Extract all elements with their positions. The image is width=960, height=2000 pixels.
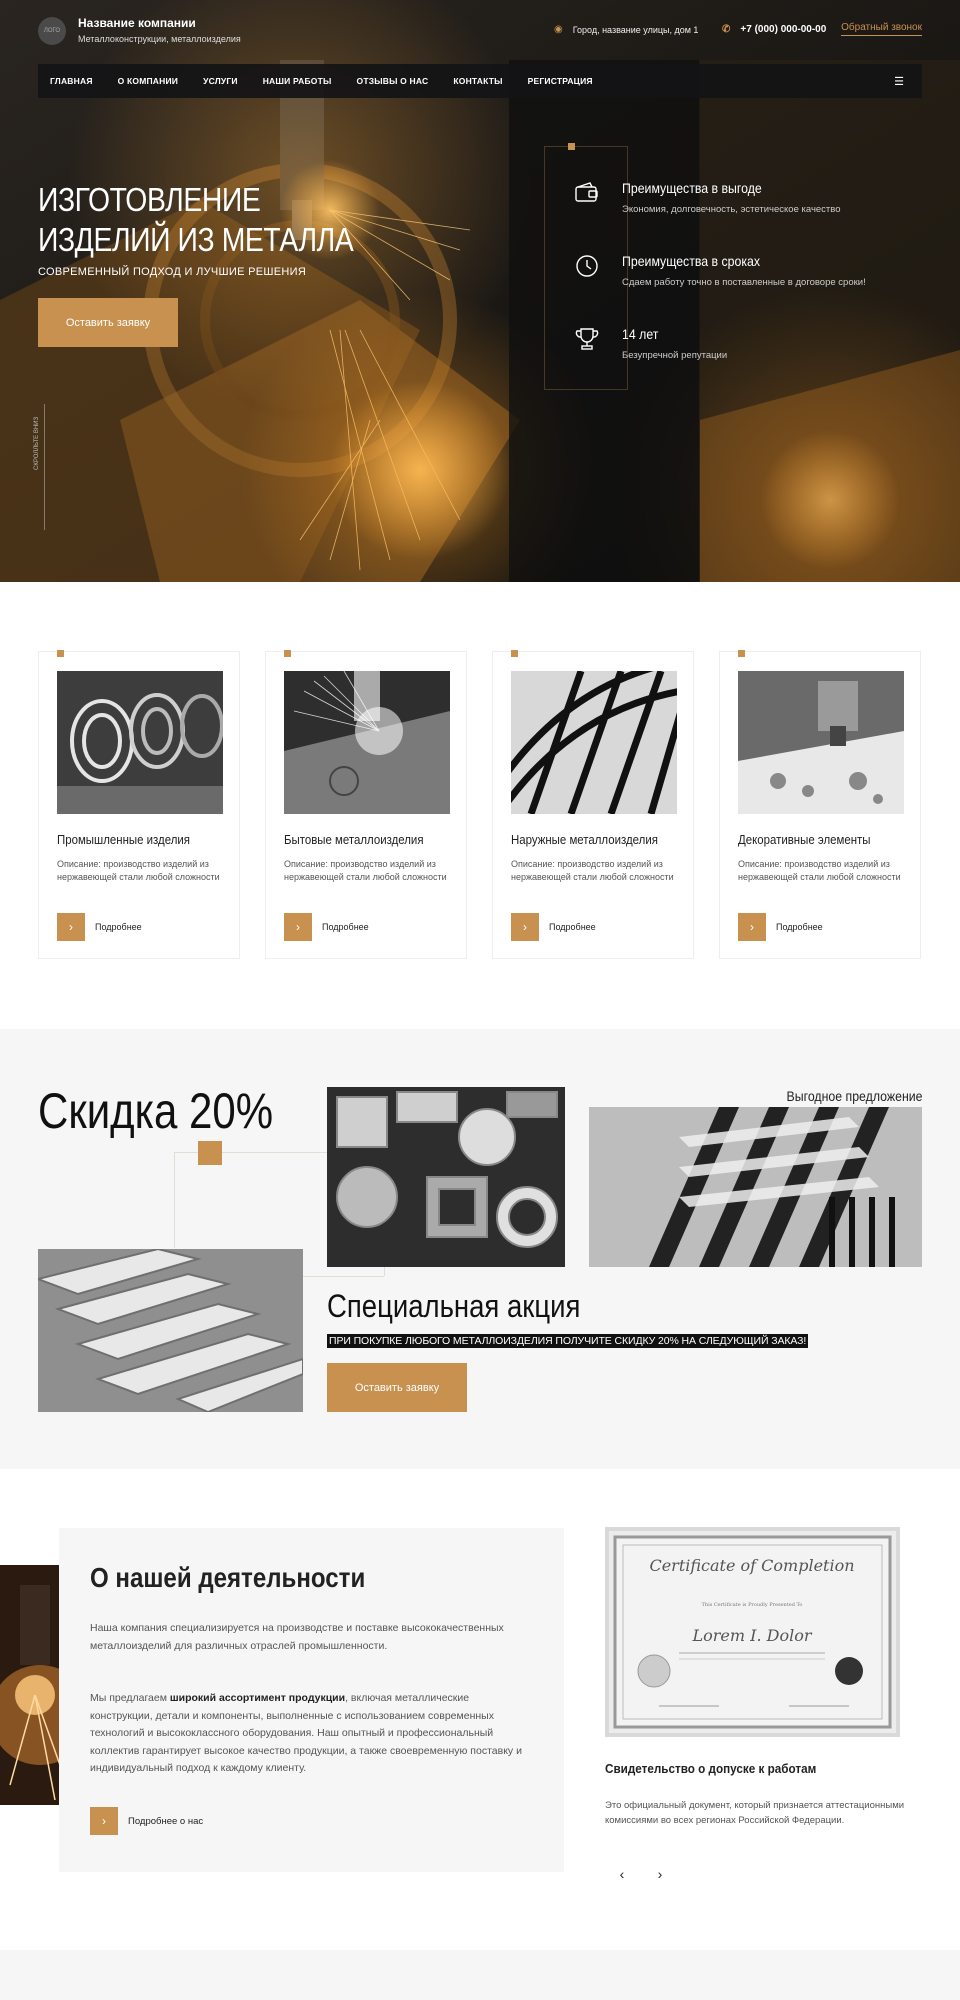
about-more-link[interactable]: › Подробнее о нас [90,1807,203,1835]
more-label[interactable]: Подробнее [322,922,369,932]
about-more-label[interactable]: Подробнее о нас [128,1816,203,1827]
advantage-title: 14 лет [622,326,659,342]
certificate-name: Lorem I. Dolor [692,1626,813,1645]
promo-subtitle: Специальная акция [327,1288,581,1324]
nav-item-contacts[interactable]: КОНТАКТЫ [453,76,502,86]
promo-text: ПРИ ПОКУПКЕ ЛЮБОГО МЕТАЛЛОИЗДЕЛИЯ ПОЛУЧИ… [327,1334,809,1348]
wallet-icon [575,182,598,202]
more-label[interactable]: Подробнее [776,922,823,932]
category-card[interactable]: Наружные металлоизделия Описание: произв… [492,650,694,959]
advantage-desc: Сдаем работу точно в поставленные в дого… [622,277,866,288]
hero-title-line-2: ИЗДЕЛИЙ ИЗ МЕТАЛЛА [38,221,354,258]
chevron-right-icon[interactable]: › [511,913,539,941]
location-pin-icon: ◉ [554,24,563,35]
address: ◉ Город, название улицы, дом 1 [554,24,698,35]
more-link[interactable]: › Подробнее [57,913,142,941]
clock-icon [576,255,598,277]
menu-icon[interactable]: ☰ [894,75,904,88]
company-tagline: Металлоконструкции, металлоизделия [78,34,241,44]
advantage-desc: Экономия, долговечность, эстетическое ка… [622,204,841,215]
category-image [284,671,450,814]
category-desc: Описание: производство изделий из нержав… [284,859,447,882]
category-desc: Описание: производство изделий из нержав… [57,859,220,882]
address-text: Город, название улицы, дом 1 [572,24,699,35]
slider-next-arrow-icon[interactable]: › [650,1866,670,1882]
category-card[interactable]: Промышленные изделия Описание: производс… [38,650,240,959]
hero-title-line-1: ИЗГОТОВЛЕНИЕ [38,181,261,218]
about-title: О нашей деятельности [90,1562,366,1593]
accent-square [198,1141,222,1165]
company-name: Название компании [78,16,196,30]
advantage-title: Преимущества в выгоде [622,180,762,196]
main-nav: ГЛАВНАЯ О КОМПАНИИ УСЛУГИ НАШИ РАБОТЫ ОТ… [38,64,922,98]
chevron-right-icon[interactable]: › [57,913,85,941]
promo-image-steel-bars [38,1249,303,1412]
category-desc: Описание: производство изделий из нержав… [511,859,674,882]
promo-title: Скидка 20% [38,1083,274,1139]
phone-number[interactable]: +7 (000) 000-00-00 [740,24,826,35]
nav-item-reviews[interactable]: ОТЗЫВЫ О НАС [357,76,429,86]
more-link[interactable]: › Подробнее [284,913,369,941]
promo-image-profiles [327,1087,565,1267]
certificate-caption: This Certificate is Proudly Presented To [702,1602,803,1608]
footer-band [0,1950,960,2000]
scroll-line [44,404,45,530]
callback-link[interactable]: Обратный звонок [841,22,922,36]
certificate-image[interactable]: Certificate of Completion This Certifica… [605,1527,900,1737]
nav-item-works[interactable]: НАШИ РАБОТЫ [263,76,332,86]
more-label[interactable]: Подробнее [549,922,596,932]
category-title[interactable]: Промышленные изделия [57,832,190,847]
scroll-down-hint[interactable]: СКРОЛЛЬТЕ ВНИЗ [34,417,40,470]
category-image [57,671,223,814]
category-card[interactable]: Бытовые металлоизделия Описание: произво… [265,650,467,959]
hero-title: ИЗГОТОВЛЕНИЕ ИЗДЕЛИЙ ИЗ МЕТАЛЛА [38,180,354,260]
advantage-desc: Безупречной репутации [622,350,728,361]
phone[interactable]: ✆ +7 (000) 000-00-00 [722,24,826,35]
category-image [738,671,904,814]
slider-prev-arrow-icon[interactable]: ‹ [612,1866,632,1882]
category-title[interactable]: Декоративные элементы [738,832,871,847]
certificate-desc: Это официальный документ, который призна… [605,1800,905,1826]
category-title[interactable]: Наружные металлоизделия [511,832,658,847]
chevron-right-icon[interactable]: › [284,913,312,941]
hero-subtitle: СОВРЕМЕННЫЙ ПОДХОД И ЛУЧШИЕ РЕШЕНИЯ [38,266,307,278]
chevron-right-icon[interactable]: › [90,1807,118,1835]
more-label[interactable]: Подробнее [95,922,142,932]
top-bar: ЛОГО Название компании Металлоконструкци… [38,14,922,48]
promo-image-construction [589,1107,922,1267]
more-link[interactable]: › Подробнее [738,913,823,941]
advantage-title: Преимущества в сроках [622,253,761,269]
request-button[interactable]: Оставить заявку [327,1363,467,1412]
category-image [511,671,677,814]
about-paragraph-1: Наша компания специализируется на произв… [90,1622,504,1652]
about-paragraph-2: Мы предлагаем широкий ассортимент продук… [90,1692,522,1774]
nav-item-register[interactable]: РЕГИСТРАЦИЯ [528,76,593,86]
nav-item-home[interactable]: ГЛАВНАЯ [50,76,93,86]
category-card[interactable]: Декоративные элементы Описание: производ… [719,650,921,959]
nav-item-services[interactable]: УСЛУГИ [203,76,238,86]
hero-section: ЛОГО Название компании Металлоконструкци… [0,0,960,582]
category-title[interactable]: Бытовые металлоизделия [284,832,424,847]
nav-item-about[interactable]: О КОМПАНИИ [118,76,178,86]
trophy-icon [575,328,599,350]
category-desc: Описание: производство изделий из нержав… [738,859,901,882]
certificate-heading: Certificate of Completion [649,1556,854,1575]
more-link[interactable]: › Подробнее [511,913,596,941]
request-button[interactable]: Оставить заявку [38,298,178,347]
phone-icon: ✆ [722,24,731,35]
accent-square [568,143,575,150]
about-side-image [0,1565,60,1805]
logo[interactable]: ЛОГО [38,17,66,45]
certificate-title: Свидетельство о допуске к работам [605,1761,817,1776]
about-highlight: широкий ассортимент продукции [169,1692,346,1704]
chevron-right-icon[interactable]: › [738,913,766,941]
promo-note: Выгодное предложение [786,1088,922,1104]
